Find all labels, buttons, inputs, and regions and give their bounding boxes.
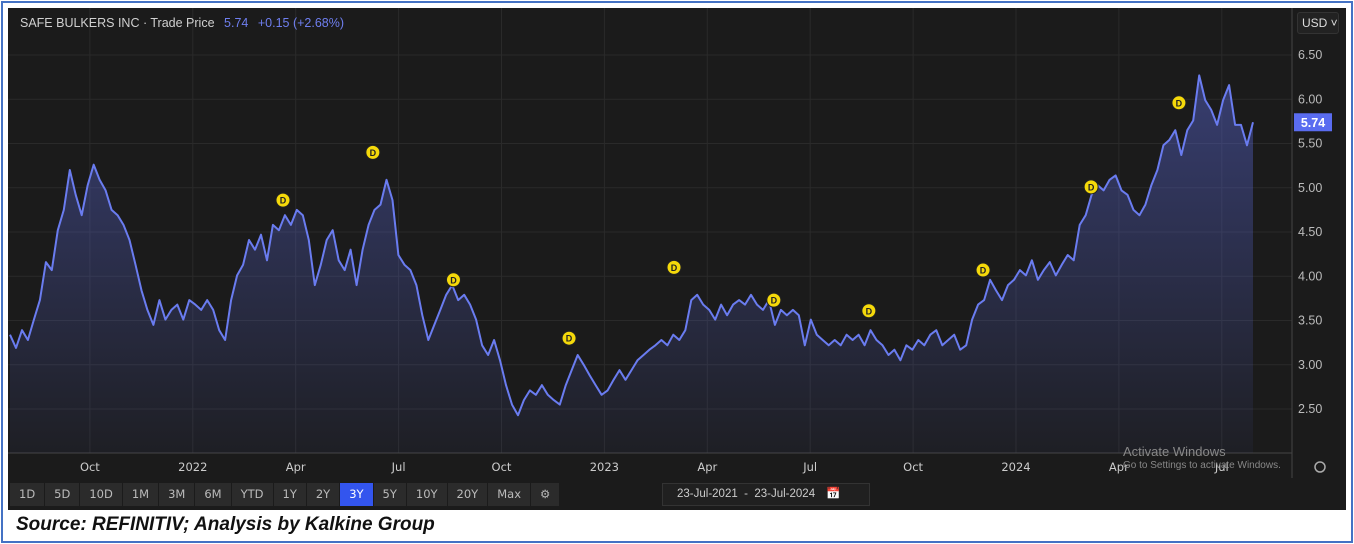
chart-title: SAFE BULKERS INC · Trade Price 5.74 +0.1…	[20, 16, 344, 30]
price-chart[interactable]: 2.50 3.00 3.50 4.00 4.50 5.00 5.50 6.00 6.50 Oct 2…	[8, 8, 1346, 478]
range-button-1y[interactable]: 1Y	[273, 483, 306, 506]
dividend-label: D	[370, 148, 377, 158]
range-button-ytd[interactable]: YTD	[231, 483, 273, 506]
x-tick-label: Apr	[286, 460, 306, 474]
y-tick-label: 5.50	[1298, 137, 1322, 151]
x-tick-label: Apr	[697, 460, 717, 474]
range-button-5y[interactable]: 5Y	[373, 483, 406, 506]
chart-settings-icon[interactable]	[1314, 461, 1326, 473]
y-tick-label: 4.00	[1298, 269, 1322, 283]
x-tick-label: 2024	[1001, 460, 1030, 474]
y-tick-label: 6.50	[1298, 48, 1322, 62]
date-from: 23-Jul-2021	[677, 488, 738, 500]
range-button-max[interactable]: Max	[488, 483, 530, 506]
chart-panel: 2.50 3.00 3.50 4.00 4.50 5.00 5.50 6.00 6.50 Oct 2…	[8, 8, 1346, 510]
dividend-label: D	[1088, 182, 1095, 192]
dividend-label: D	[980, 266, 987, 276]
x-tick-label: Oct	[492, 460, 512, 474]
last-price-label: 5.74	[1301, 116, 1325, 130]
y-tick-label: 3.50	[1298, 314, 1322, 328]
date-sep: -	[744, 488, 748, 500]
range-button-3y[interactable]: 3Y	[340, 483, 373, 506]
x-tick-label: Oct	[903, 460, 923, 474]
series-name: Trade Price	[150, 16, 215, 30]
dividend-label: D	[866, 306, 873, 316]
calendar-icon[interactable]: 📅	[826, 488, 840, 500]
currency-dropdown[interactable]: USD ˅	[1297, 12, 1339, 34]
dividend-label: D	[1176, 98, 1183, 108]
y-tick-label: 4.50	[1298, 225, 1322, 239]
dividend-label: D	[771, 296, 778, 306]
x-tick-label: 2023	[590, 460, 619, 474]
price-area	[10, 75, 1253, 454]
range-button-10y[interactable]: 10Y	[406, 483, 447, 506]
activate-windows-watermark: Activate Windows Go to Settings to activa…	[1123, 445, 1281, 473]
current-price: 5.74	[224, 16, 249, 30]
watermark-sub: Go to Settings to activate Windows.	[1123, 460, 1281, 471]
range-button-6m[interactable]: 6M	[195, 483, 231, 506]
y-tick-label: 5.00	[1298, 181, 1322, 195]
x-tick-label: Oct	[80, 460, 100, 474]
x-tick-label: Jul	[802, 460, 817, 474]
date-range-picker[interactable]: 23-Jul-2021 - 23-Jul-2024 📅	[662, 483, 870, 506]
y-tick-label: 3.00	[1298, 358, 1322, 372]
range-button-10d[interactable]: 10D	[80, 483, 122, 506]
dividend-label: D	[280, 196, 287, 206]
y-tick-label: 2.50	[1298, 402, 1322, 416]
settings-gear-icon[interactable]: ⚙	[531, 483, 560, 506]
range-button-3m[interactable]: 3M	[159, 483, 195, 506]
price-change: +0.15 (+2.68%)	[257, 16, 345, 30]
source-caption: Source: REFINITIV; Analysis by Kalkine G…	[16, 514, 435, 535]
range-button-20y[interactable]: 20Y	[447, 483, 488, 506]
x-tick-label: 2022	[178, 460, 207, 474]
range-button-1m[interactable]: 1M	[122, 483, 159, 506]
y-tick-label: 6.00	[1298, 92, 1322, 106]
watermark-title: Activate Windows	[1123, 444, 1226, 459]
range-button-1d[interactable]: 1D	[10, 483, 45, 506]
range-button-5d[interactable]: 5D	[45, 483, 80, 506]
company-name: SAFE BULKERS INC	[20, 16, 140, 30]
x-tick-label: Jul	[391, 460, 406, 474]
dividend-label: D	[671, 263, 678, 273]
range-buttons: 1D 5D 10D 1M 3M 6M YTD 1Y 2Y 3Y 5Y 10Y 20Y Max ⚙	[10, 483, 560, 506]
dividend-label: D	[566, 334, 573, 344]
range-button-2y[interactable]: 2Y	[306, 483, 340, 506]
title-separator: ·	[142, 16, 148, 30]
dividend-label: D	[450, 275, 457, 285]
date-to: 23-Jul-2024	[754, 488, 816, 500]
